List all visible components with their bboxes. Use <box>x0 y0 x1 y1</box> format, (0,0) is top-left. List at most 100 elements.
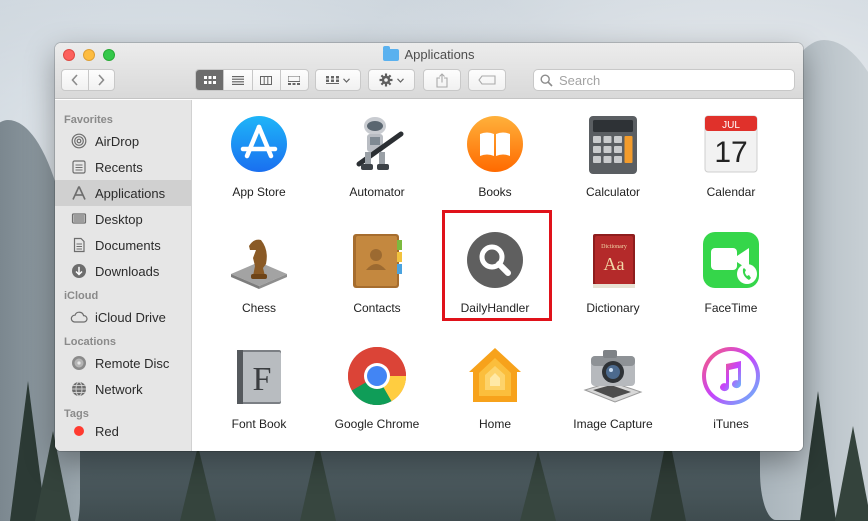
app-name: Books <box>478 185 512 199</box>
chevron-right-icon <box>98 74 106 86</box>
app-name: Home <box>478 417 511 431</box>
app-name: Google Chrome <box>334 417 420 431</box>
app-item-font-book[interactable]: F Font Book <box>200 340 318 451</box>
calendar-month: JUL <box>722 120 740 131</box>
sidebar-item-icloud-drive[interactable]: iCloud Drive <box>55 304 191 330</box>
app-item-books[interactable]: Books <box>436 108 554 224</box>
app-item-calendar[interactable]: JUL 17 Calendar <box>672 108 790 224</box>
automator-icon <box>356 117 404 170</box>
column-view-button[interactable] <box>251 70 280 90</box>
sidebar-item-label: Desktop <box>95 211 143 227</box>
gallery-icon <box>288 75 301 85</box>
sidebar-item-desktop[interactable]: Desktop <box>55 206 191 232</box>
app-item-chess[interactable]: Chess <box>200 224 318 340</box>
airdrop-icon <box>70 132 88 150</box>
app-name: Dictionary <box>586 301 640 315</box>
sidebar-item-airdrop[interactable]: AirDrop <box>55 128 191 154</box>
chevron-down-icon <box>343 77 350 83</box>
sidebar-item-label: Red <box>95 423 119 439</box>
image-capture-icon <box>583 350 643 403</box>
action-button[interactable] <box>368 69 415 91</box>
chrome-icon <box>348 347 406 405</box>
cloud-icon <box>70 308 88 326</box>
app-item-calculator[interactable]: Calculator <box>554 108 672 224</box>
documents-icon <box>70 236 88 254</box>
books-icon <box>467 116 523 172</box>
app-name: iTunes <box>713 417 749 431</box>
calculator-icon <box>589 116 637 174</box>
sidebar-item-label: Network <box>95 381 143 397</box>
app-name: App Store <box>232 185 286 199</box>
app-item-app-store[interactable]: App Store <box>200 108 318 224</box>
search-icon <box>540 73 553 87</box>
sidebar-item-remote-disc[interactable]: Remote Disc <box>55 350 191 376</box>
tag-icon <box>478 75 496 85</box>
app-item-home[interactable]: Home <box>436 340 554 451</box>
app-name: FaceTime <box>704 301 758 315</box>
app-name: Chess <box>241 301 276 315</box>
app-item-itunes[interactable]: iTunes <box>672 340 790 451</box>
app-item-facetime[interactable]: FaceTime <box>672 224 790 340</box>
dailyhandler-icon <box>467 232 523 288</box>
back-button[interactable] <box>62 70 88 90</box>
columns-icon <box>260 75 273 85</box>
sidebar-item-recents[interactable]: Recents <box>55 154 191 180</box>
app-name: Calendar <box>706 185 756 199</box>
list-icon <box>231 75 244 85</box>
forward-button[interactable] <box>87 70 114 90</box>
sidebar: Favorites AirDrop Recents Applications D… <box>55 100 192 451</box>
sidebar-header-tags: Tags <box>64 408 89 420</box>
home-icon <box>469 348 521 402</box>
app-store-icon <box>231 116 287 172</box>
finder-window: Applications Search Favorites AirDrop Re… <box>55 43 803 451</box>
chevron-left-icon <box>71 74 78 86</box>
app-item-dailyhandler[interactable]: DailyHandler <box>436 224 554 340</box>
font-book-icon: F <box>237 350 281 404</box>
share-icon <box>436 72 448 88</box>
app-name: Contacts <box>353 301 401 315</box>
app-item-dictionary[interactable]: Dictionary Aa Dictionary <box>554 224 672 340</box>
gallery-view-button[interactable] <box>279 70 308 90</box>
back-forward-group <box>61 69 115 91</box>
sidebar-item-downloads[interactable]: Downloads <box>55 258 191 284</box>
chevron-down-icon <box>397 77 404 83</box>
search-field[interactable] <box>533 69 795 91</box>
window-title: Applications <box>55 45 803 62</box>
share-button[interactable] <box>423 69 461 91</box>
sidebar-item-label: Documents <box>95 237 161 253</box>
icon-view-button[interactable] <box>196 70 224 90</box>
chess-icon <box>231 239 287 289</box>
app-name: Calculator <box>585 185 641 199</box>
app-item-google-chrome[interactable]: Google Chrome <box>318 340 436 451</box>
sidebar-item-label: Recents <box>95 159 143 175</box>
title-bar: Applications <box>55 43 803 99</box>
search-input[interactable] <box>559 72 779 88</box>
folder-icon <box>383 45 400 61</box>
network-icon <box>70 380 88 398</box>
app-item-automator[interactable]: Automator <box>318 108 436 224</box>
app-name: Image Capture <box>573 417 653 431</box>
arrange-button[interactable] <box>315 69 361 91</box>
sidebar-item-applications[interactable]: Applications <box>55 180 191 206</box>
sidebar-item-documents[interactable]: Documents <box>55 232 191 258</box>
file-browser-content: App Store Automator Books Calculator JUL… <box>193 100 803 451</box>
sidebar-item-tag-red[interactable]: Red <box>55 422 191 440</box>
app-name: Automator <box>349 185 405 199</box>
list-view-button[interactable] <box>223 70 251 90</box>
font-book-glyph: F <box>253 361 272 398</box>
app-item-image-capture[interactable]: Image Capture <box>554 340 672 451</box>
sidebar-item-network[interactable]: Network <box>55 376 191 402</box>
applications-icon <box>70 184 88 202</box>
arrange-grid-icon <box>326 75 339 84</box>
sidebar-item-label: iCloud Drive <box>95 309 166 325</box>
tag-button[interactable] <box>468 69 506 91</box>
sidebar-header-locations: Locations <box>64 336 116 348</box>
app-item-contacts[interactable]: Contacts <box>318 224 436 340</box>
app-name: DailyHandler <box>460 301 530 315</box>
calendar-icon: JUL 17 <box>704 115 758 173</box>
app-name: Font Book <box>231 417 287 431</box>
app-grid: App Store Automator Books Calculator JUL… <box>200 108 790 451</box>
sidebar-item-label: AirDrop <box>95 133 140 149</box>
grid-icon <box>203 75 216 84</box>
window-title-text: Applications <box>404 47 475 62</box>
